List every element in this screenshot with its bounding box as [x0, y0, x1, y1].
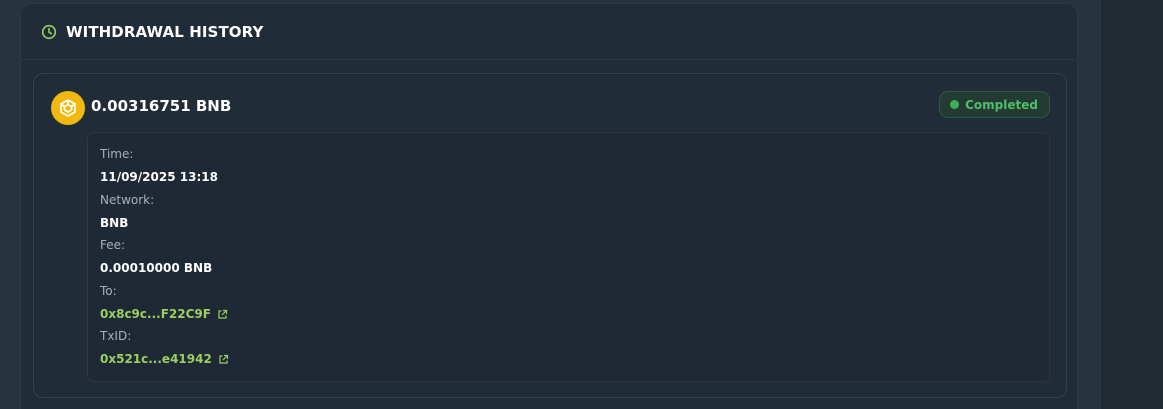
status-badge: Completed [939, 91, 1050, 118]
withdrawal-history-panel: WITHDRAWAL HISTORY 0.00316751 BNB Comple… [20, 3, 1078, 409]
panel-title: WITHDRAWAL HISTORY [66, 22, 264, 41]
clock-icon [41, 24, 57, 40]
status-label: Completed [965, 97, 1038, 112]
bnb-logo-icon [51, 91, 85, 125]
network-value: BNB [100, 216, 129, 230]
to-address-value: 0x8c9c...F22C9F [100, 307, 211, 321]
page: WITHDRAWAL HISTORY 0.00316751 BNB Comple… [0, 0, 1163, 409]
time-value: 11/09/2025 13:18 [100, 170, 218, 184]
external-link-icon [217, 309, 228, 320]
withdrawal-details: Time: 11/09/2025 13:18 Network: BNB Fee:… [87, 132, 1050, 382]
txid-link[interactable]: 0x521c...e41942 [100, 352, 229, 366]
status-dot-icon [950, 100, 960, 109]
to-address-link[interactable]: 0x8c9c...F22C9F [100, 307, 228, 321]
withdrawal-card: 0.00316751 BNB Completed Time: 11/09/202… [33, 73, 1067, 398]
time-label: Time: [100, 147, 134, 161]
network-label: Network: [100, 193, 155, 207]
withdrawal-amount: 0.00316751 BNB [91, 97, 232, 115]
to-label: To: [100, 284, 117, 298]
external-link-icon [218, 354, 229, 365]
panel-header: WITHDRAWAL HISTORY [21, 4, 1077, 60]
txid-label: TxID: [100, 329, 132, 343]
fee-value: 0.00010000 BNB [100, 261, 213, 275]
right-sidebar [1100, 0, 1163, 409]
txid-value: 0x521c...e41942 [100, 352, 212, 366]
fee-label: Fee: [100, 238, 126, 252]
